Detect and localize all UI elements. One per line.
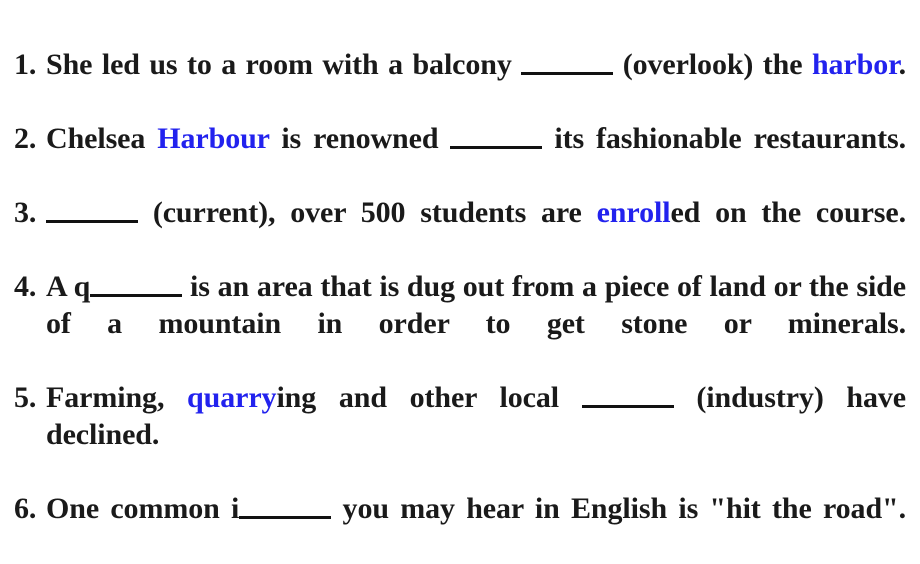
exercise-list: 1. She led us to a room with a balcony (o… xyxy=(14,46,906,564)
sentence-text: its fashionable restaurants. xyxy=(542,122,906,155)
worksheet-page: 1. She led us to a room with a balcony (o… xyxy=(0,0,920,525)
exercise-number: 1. xyxy=(14,48,37,81)
answer-blank[interactable] xyxy=(450,146,543,149)
answer-blank[interactable] xyxy=(521,72,614,75)
exercise-item: 6. One common i you may hear in English i… xyxy=(14,490,906,564)
exercise-item: 3. (current), over 500 students are enro… xyxy=(14,194,906,268)
sentence-text: ed on the course. xyxy=(670,196,906,229)
sentence-text: is an area that is dug out from a piece … xyxy=(46,270,906,340)
exercise-number: 2. xyxy=(14,122,37,155)
exercise-number: 4. xyxy=(14,270,37,303)
highlighted-word: Harbour xyxy=(157,122,270,155)
sentence-text: ing and other local xyxy=(276,381,582,414)
exercise-item: 1. She led us to a room with a balcony (o… xyxy=(14,46,906,120)
sentence-text: (overlook) the xyxy=(613,48,812,81)
sentence-text: you may hear in English is "hit the road… xyxy=(331,492,907,525)
answer-blank[interactable] xyxy=(46,220,138,223)
exercise-text: Chelsea Harbour is renowned its fashiona… xyxy=(46,120,906,194)
exercise-item: 4. A q is an area that is dug out from a … xyxy=(14,268,906,379)
sentence-text: A q xyxy=(46,270,91,303)
sentence-text: is renowned xyxy=(269,122,451,155)
exercise-text: (current), over 500 students are enrolle… xyxy=(46,194,906,268)
sentence-text: . xyxy=(898,48,907,81)
answer-blank[interactable] xyxy=(90,294,183,297)
exercise-text: One common i you may hear in English is … xyxy=(46,490,906,564)
answer-blank[interactable] xyxy=(581,405,674,408)
sentence-text: Farming, xyxy=(46,381,188,414)
sentence-text: One common i xyxy=(46,492,240,525)
highlighted-word: harbor xyxy=(811,48,899,81)
exercise-item: 5. Farming, quarrying and other local (in… xyxy=(14,379,906,490)
sentence-text: (current), over 500 students are xyxy=(138,196,597,229)
exercise-number: 6. xyxy=(14,492,37,525)
exercise-text: A q is an area that is dug out from a pi… xyxy=(46,268,906,379)
exercise-number: 3. xyxy=(14,196,37,229)
exercise-text: She led us to a room with a balcony (ove… xyxy=(46,46,906,120)
exercise-number: 5. xyxy=(14,381,37,414)
highlighted-word: quarry xyxy=(187,381,277,414)
exercise-text: Farming, quarrying and other local (indu… xyxy=(46,379,906,490)
exercise-item: 2. Chelsea Harbour is renowned its fashio… xyxy=(14,120,906,194)
highlighted-word: enroll xyxy=(596,196,671,229)
sentence-text: Chelsea xyxy=(46,122,158,155)
sentence-text: She led us to a room with a balcony xyxy=(46,48,522,81)
